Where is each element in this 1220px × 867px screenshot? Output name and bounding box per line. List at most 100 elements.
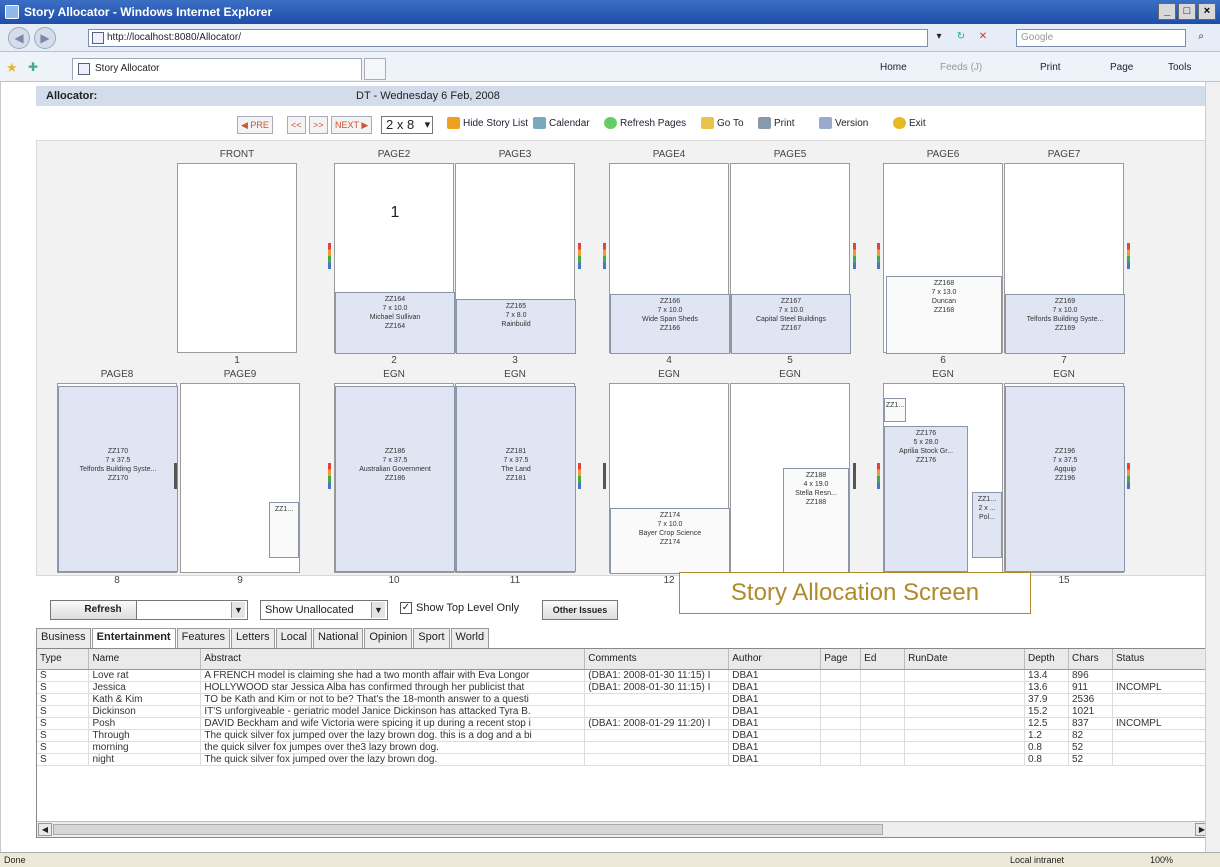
column-header[interactable]: Ed [860, 649, 906, 670]
table-row[interactable]: S Kath & Kim TO be Kath and Kim or not to … [37, 693, 1210, 706]
browser-tab[interactable]: Story Allocator [72, 58, 362, 80]
url-input[interactable]: http://localhost:8080/Allocator/ [88, 29, 928, 47]
page-thumbnail[interactable]: 1 ZZ164 7 x 10.0 Michael Sullivan ZZ164 [334, 163, 455, 354]
page-thumbnail[interactable]: ZZ169 7 x 10.0 Telfords Building Syste... Z… [1004, 163, 1125, 354]
story-block[interactable]: ZZ170 7 x 37.5 Telfords Building Syste... Z… [58, 386, 178, 572]
page-thumbnail[interactable]: ZZ1... [180, 383, 300, 573]
top-level-checkbox[interactable]: ✓ Show Top Level Only [400, 602, 519, 615]
tab-business[interactable]: Business [36, 628, 91, 648]
page-thumbnail[interactable]: ZZ167 7 x 10.0 Capital Steel Buildings ZZ16… [730, 163, 851, 354]
dropdown-icon[interactable]: ▾ [930, 29, 948, 47]
page-thumbnail[interactable]: ZZ170 7 x 37.5 Telfords Building Syste... Z… [57, 383, 178, 573]
column-header[interactable]: Depth [1024, 649, 1069, 670]
column-header[interactable]: Type [37, 649, 90, 670]
story-block[interactable]: ZZ167 7 x 10.0 Capital Steel Buildings ZZ16… [731, 294, 851, 354]
story-block[interactable]: ZZ1... [269, 502, 299, 558]
story-block[interactable]: ZZ174 7 x 10.0 Bayer Crop Science ZZ174 [610, 508, 730, 574]
story-block[interactable]: ZZ186 7 x 37.5 Australian Government ZZ186 [335, 386, 455, 572]
tab-entertainment[interactable]: Entertainment [91, 628, 176, 648]
page-thumbnail[interactable] [177, 163, 297, 353]
new-tab-button[interactable] [364, 58, 386, 80]
page-thumbnail[interactable]: ZZ174 7 x 10.0 Bayer Crop Science ZZ174 [609, 383, 730, 574]
back-icon[interactable]: ◀ [8, 27, 30, 49]
favorites-star-icon[interactable]: ★ [6, 60, 18, 76]
stop-icon[interactable]: ✕ [974, 29, 992, 47]
refresh-icon[interactable]: ↻ [952, 29, 970, 47]
page-thumbnail[interactable]: ZZ181 7 x 37.5 The Land ZZ181 [455, 383, 576, 573]
cmd-print[interactable]: Print [1040, 62, 1061, 73]
hide-story-list-button[interactable]: Hide Story List [447, 116, 528, 134]
page-icon [92, 32, 104, 44]
story-block[interactable]: ZZ164 7 x 10.0 Michael Sullivan ZZ164 [335, 292, 455, 354]
story-text: Wide Span Sheds [641, 316, 699, 323]
next-button[interactable]: NEXT ▶ [331, 116, 373, 134]
page-thumbnail[interactable]: ZZ188 4 x 19.0 Stella Resn... ZZ188 [730, 383, 850, 574]
table-row[interactable]: S Love rat A FRENCH model is claiming she … [37, 669, 1210, 682]
column-header[interactable]: Page [820, 649, 862, 670]
column-header[interactable]: Author [728, 649, 822, 670]
exit-button[interactable]: Exit [893, 116, 926, 134]
page-thumbnail[interactable]: ZZ196 7 x 37.5 Agquip ZZ196 [1004, 383, 1125, 573]
page-thumbnail[interactable]: ZZ186 7 x 37.5 Australian Government ZZ186 [334, 383, 455, 573]
table-row[interactable]: S Through The quick silver fox jumped over… [37, 729, 1210, 742]
prev-button[interactable]: ◀ PRE [237, 116, 273, 134]
table-row[interactable]: Snight The quick silver fox jumped over t… [37, 753, 1210, 766]
page-thumbnail[interactable]: ZZ168 7 x 13.0 Duncan ZZ168 [883, 163, 1003, 354]
search-icon[interactable]: ⌕ [1192, 29, 1210, 47]
column-header[interactable]: Status [1112, 649, 1210, 670]
vertical-scrollbar[interactable] [1205, 82, 1220, 852]
column-header[interactable]: Comments [584, 649, 730, 670]
story-block[interactable]: ZZ165 7 x 8.0 Rainbuild [456, 299, 576, 354]
table-row[interactable]: Smorning the quick silver fox jumpes over… [37, 741, 1210, 754]
story-block[interactable]: ZZ176 5 x 28.0 Aprilia Stock Gr... ZZ176 [884, 426, 968, 572]
horizontal-scrollbar[interactable]: ◀ ▶ [37, 821, 1210, 837]
layout-select[interactable]: 2 x 8 [381, 116, 434, 134]
tab-opinion[interactable]: Opinion [364, 628, 413, 648]
refresh-pages-button[interactable]: Refresh Pages [604, 116, 686, 134]
table-row[interactable]: S Posh DAVID Beckham and wife Victoria wer… [37, 717, 1210, 730]
column-header[interactable]: Chars [1068, 649, 1113, 670]
tab-local[interactable]: Local [275, 628, 312, 648]
tab-letters[interactable]: Letters [231, 628, 275, 648]
page-thumbnail[interactable]: ZZ165 7 x 8.0 Rainbuild [455, 163, 576, 354]
first-button[interactable]: << [287, 116, 306, 134]
cmd-feeds[interactable]: Feeds (J) [940, 62, 982, 73]
table-row[interactable]: S Dickinson IT'S unforgiveable - geriatric… [37, 705, 1210, 718]
column-header[interactable]: RunDate [904, 649, 1026, 670]
add-favorite-icon[interactable]: ✚ [28, 60, 38, 74]
table-row[interactable]: S Jessica HOLLYWOOD star Jessica Alba has … [37, 681, 1210, 694]
story-block[interactable]: ZZ181 7 x 37.5 The Land ZZ181 [456, 386, 576, 572]
page-thumbnail[interactable]: ZZ1... ZZ176 5 x 28.0 Aprilia Stock Gr... ZZ… [883, 383, 1003, 573]
story-block[interactable]: ZZ196 7 x 37.5 Agquip ZZ196 [1005, 386, 1125, 572]
column-header[interactable]: Name [88, 649, 202, 670]
minimize-button[interactable]: _ [1158, 3, 1176, 20]
search-input[interactable]: Google [1016, 29, 1186, 47]
tab-national[interactable]: National [312, 628, 364, 648]
story-block[interactable]: ZZ188 4 x 19.0 Stella Resn... ZZ188 [783, 468, 849, 574]
story-block[interactable]: ZZ1... 2 x ... Pol... [972, 492, 1002, 558]
maximize-button[interactable]: □ [1178, 3, 1196, 20]
story-block[interactable]: ZZ166 7 x 10.0 Wide Span Sheds ZZ166 [610, 294, 730, 354]
story-block[interactable]: ZZ1... [884, 398, 906, 422]
go-to-button[interactable]: Go To [701, 116, 744, 134]
tab-features[interactable]: Features [176, 628, 231, 648]
filter-select[interactable]: ▼ [136, 600, 248, 620]
cmd-home[interactable]: Home [880, 62, 907, 73]
last-button[interactable]: >> [309, 116, 328, 134]
column-header[interactable]: Abstract [200, 649, 586, 670]
calendar-button[interactable]: Calendar [533, 116, 590, 134]
story-block[interactable]: ZZ168 7 x 13.0 Duncan ZZ168 [886, 276, 1002, 354]
version-button[interactable]: Version [819, 116, 868, 134]
tab-sport[interactable]: Sport [413, 628, 450, 648]
close-button[interactable]: × [1198, 3, 1216, 20]
show-select[interactable]: Show Unallocated ▼ [260, 600, 388, 620]
forward-icon[interactable]: ▶ [34, 27, 56, 49]
cmd-tools[interactable]: Tools [1168, 62, 1191, 73]
print-button[interactable]: Print [758, 116, 795, 134]
zoom-control[interactable]: 100% [1150, 853, 1173, 867]
tab-world[interactable]: World [450, 628, 490, 648]
page-thumbnail[interactable]: ZZ166 7 x 10.0 Wide Span Sheds ZZ166 [609, 163, 730, 354]
other-issues-button[interactable]: Other Issues [542, 600, 618, 620]
story-block[interactable]: ZZ169 7 x 10.0 Telfords Building Syste... Z… [1005, 294, 1125, 354]
cmd-page[interactable]: Page [1110, 62, 1133, 73]
